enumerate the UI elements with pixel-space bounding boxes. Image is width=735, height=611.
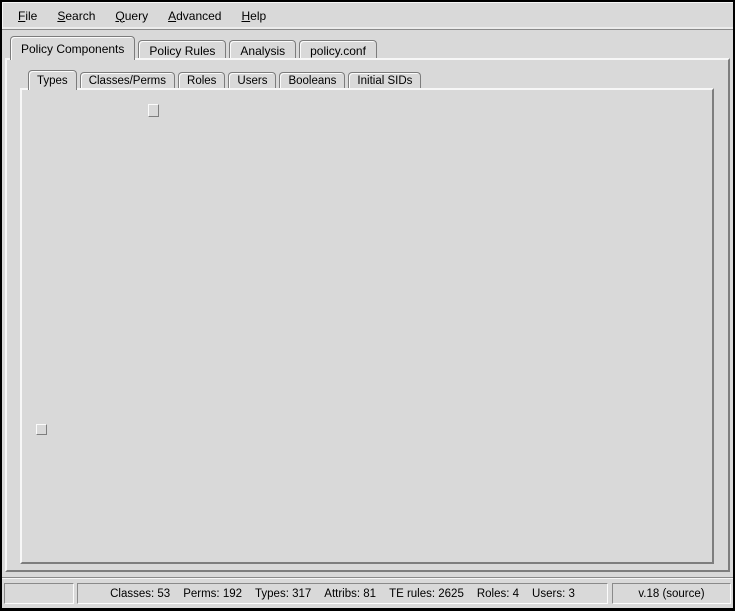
tab-booleans[interactable]: Booleans (279, 72, 345, 88)
status-cell-stats: Classes: 53 Perms: 192 Types: 317 Attrib… (77, 583, 608, 604)
apol-window: File Search Query Advanced Help Policy C… (0, 0, 735, 611)
status-cell-version: v.18 (source) (612, 583, 731, 604)
status-cell-empty (4, 583, 74, 604)
tab-types[interactable]: Types (28, 70, 77, 90)
types-page (20, 88, 714, 564)
menu-bar: File Search Query Advanced Help (2, 2, 733, 30)
menu-file[interactable]: File (8, 5, 47, 27)
horizontal-sash-handle[interactable] (36, 424, 47, 435)
menu-search[interactable]: Search (47, 5, 105, 27)
stat-attribs: Attribs: 81 (324, 588, 376, 600)
tab-policy-conf[interactable]: policy.conf (299, 40, 377, 58)
tab-policy-rules[interactable]: Policy Rules (138, 40, 226, 58)
stat-users: Users: 3 (532, 588, 575, 600)
menu-advanced[interactable]: Advanced (158, 5, 231, 27)
policy-version: v.18 (source) (638, 588, 704, 600)
components-tab-bar: Types Classes/Perms Roles Users Booleans… (28, 70, 424, 90)
tab-policy-components[interactable]: Policy Components (10, 36, 135, 60)
stat-te-rules: TE rules: 2625 (389, 588, 464, 600)
stat-roles: Roles: 4 (477, 588, 519, 600)
vertical-sash-handle[interactable] (148, 104, 159, 117)
tab-analysis[interactable]: Analysis (229, 40, 296, 58)
tab-initial-sids[interactable]: Initial SIDs (348, 72, 421, 88)
stat-classes: Classes: 53 (110, 588, 170, 600)
stat-types: Types: 317 (255, 588, 311, 600)
tab-users[interactable]: Users (228, 72, 276, 88)
stat-perms: Perms: 192 (183, 588, 242, 600)
menu-help[interactable]: Help (231, 5, 276, 27)
menu-query[interactable]: Query (105, 5, 158, 27)
tab-roles[interactable]: Roles (178, 72, 225, 88)
status-bar: Classes: 53 Perms: 192 Types: 317 Attrib… (0, 577, 735, 609)
tab-classes-perms[interactable]: Classes/Perms (80, 72, 175, 88)
main-tab-bar: Policy Components Policy Rules Analysis … (10, 36, 380, 60)
